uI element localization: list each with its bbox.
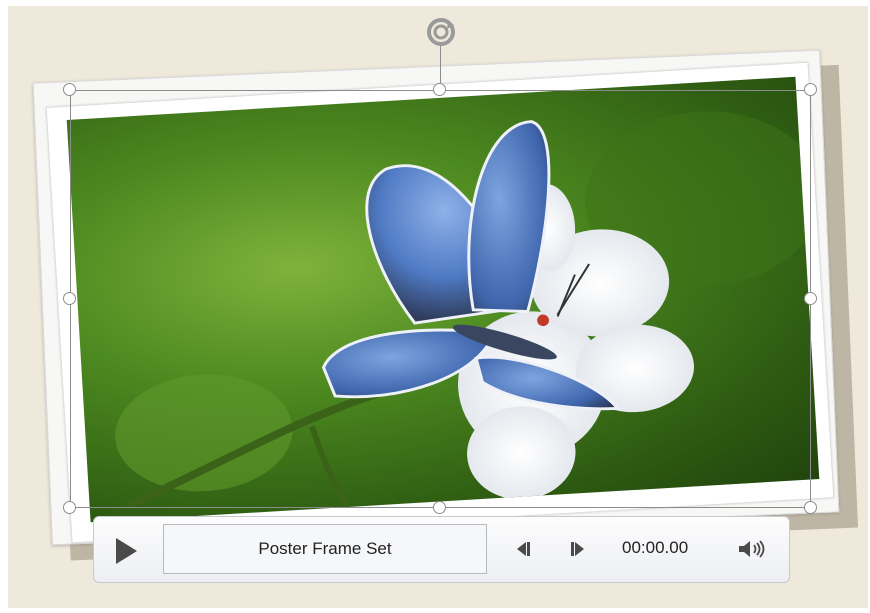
volume-button[interactable] [736, 537, 768, 561]
step-back-icon [517, 542, 530, 556]
volume-icon [739, 540, 765, 558]
resize-handle-middle-right[interactable] [804, 292, 817, 305]
rotate-icon[interactable] [423, 14, 459, 50]
resize-handle-middle-left[interactable] [63, 292, 76, 305]
resize-handle-top-left[interactable] [63, 83, 76, 96]
resize-handle-top-right[interactable] [804, 83, 817, 96]
play-icon [116, 538, 137, 564]
resize-handle-bottom-right[interactable] [804, 501, 817, 514]
selection-box[interactable] [70, 90, 811, 508]
time-display: 00:00.00 [622, 538, 689, 557]
step-forward-button[interactable] [566, 537, 590, 561]
play-button[interactable] [109, 534, 143, 568]
resize-handle-bottom-left[interactable] [63, 501, 76, 514]
step-forward-icon [571, 542, 584, 556]
status-text: Poster Frame Set [258, 539, 392, 558]
media-controls-bar: Poster Frame Set 00:00.00 [93, 516, 790, 583]
status-label: Poster Frame Set [163, 524, 487, 574]
resize-handle-top-center[interactable] [433, 83, 446, 96]
step-back-button[interactable] [511, 537, 535, 561]
resize-handle-bottom-center[interactable] [433, 501, 446, 514]
